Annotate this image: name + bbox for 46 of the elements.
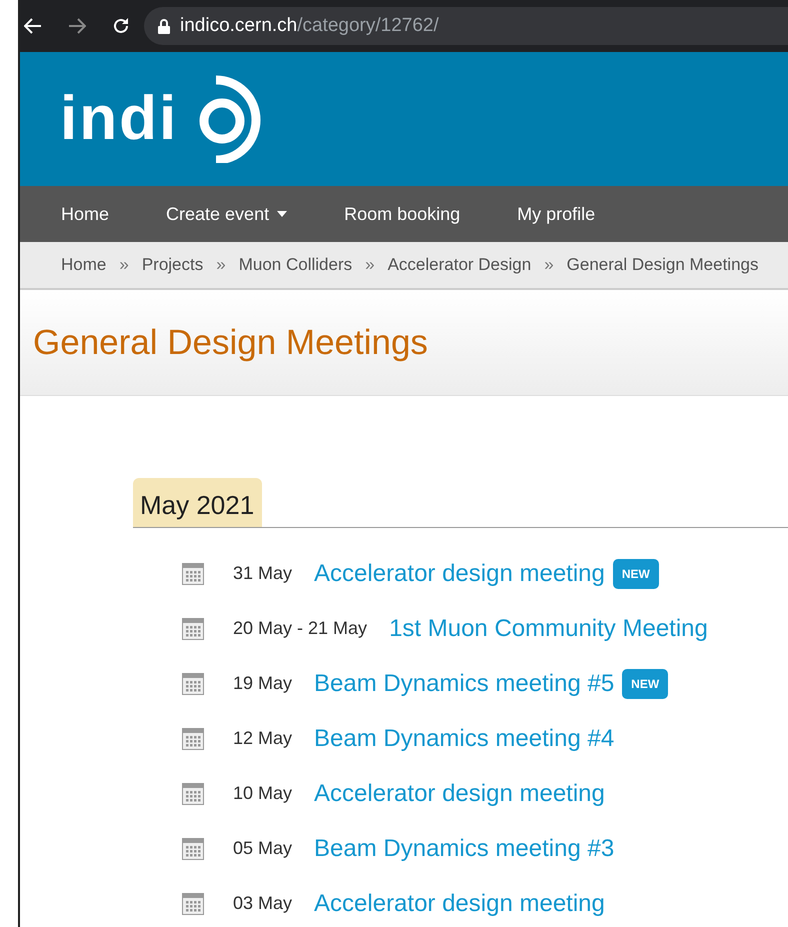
event-date: 10 May	[233, 782, 292, 805]
calendar-icon	[182, 892, 204, 914]
event-link[interactable]: Accelerator design meeting	[314, 886, 605, 922]
month-heading: May 2021	[133, 478, 262, 527]
forward-icon[interactable]	[68, 18, 86, 34]
calendar-icon	[182, 838, 204, 860]
page-title: General Design Meetings	[33, 322, 428, 364]
url-path: /category/12762/	[297, 14, 439, 36]
event-date: 12 May	[233, 727, 292, 750]
reload-icon[interactable]	[112, 17, 130, 35]
breadcrumb-link[interactable]: Accelerator Design	[388, 252, 532, 278]
event-link[interactable]: Accelerator design meeting	[314, 776, 605, 812]
breadcrumb-link[interactable]: Muon Colliders	[238, 252, 352, 278]
breadcrumb-link[interactable]: General Design Meetings	[566, 252, 758, 278]
nav-link[interactable]: Home	[46, 200, 138, 228]
event-date: 05 May	[233, 837, 292, 860]
event-link[interactable]: Beam Dynamics meeting #4	[314, 720, 614, 756]
breadcrumb-link[interactable]: Projects	[142, 252, 204, 278]
url-host: indico.cern.ch	[180, 14, 298, 36]
event-link[interactable]: Beam Dynamics meeting #5	[314, 666, 614, 702]
lock-icon	[158, 18, 170, 34]
new-label: NEW	[612, 558, 659, 588]
nav-link[interactable]: Create event	[151, 200, 316, 228]
calendar-icon	[182, 728, 204, 750]
event-link[interactable]: Beam Dynamics meeting #3	[314, 830, 614, 866]
logo-text[interactable]: indi	[60, 88, 178, 150]
nav-link[interactable]: Room booking	[329, 200, 488, 228]
calendar-icon	[182, 618, 204, 640]
breadcrumb-separator: »	[365, 254, 375, 276]
nav-link[interactable]: My profile	[502, 200, 624, 228]
calendar-icon	[182, 562, 204, 584]
event-link[interactable]: Accelerator design meeting	[314, 556, 605, 592]
address-bar[interactable]: indico.cern.ch/category/12762/	[144, 7, 788, 45]
event-date: 19 May	[233, 672, 292, 695]
calendar-icon	[182, 672, 204, 694]
event-link[interactable]: 1st Muon Community Meeting	[389, 610, 708, 646]
back-icon[interactable]	[24, 18, 42, 34]
calendar-icon	[182, 782, 204, 804]
breadcrumb-separator: »	[544, 254, 554, 276]
breadcrumb-link[interactable]: Home	[61, 252, 106, 278]
breadcrumb-separator: »	[119, 254, 129, 276]
breadcrumb-separator: »	[216, 254, 226, 276]
event-date: 03 May	[233, 892, 292, 915]
new-label: NEW	[622, 668, 668, 698]
event-date: 20 May - 21 May	[233, 617, 368, 640]
event-date: 31 May	[233, 562, 292, 585]
